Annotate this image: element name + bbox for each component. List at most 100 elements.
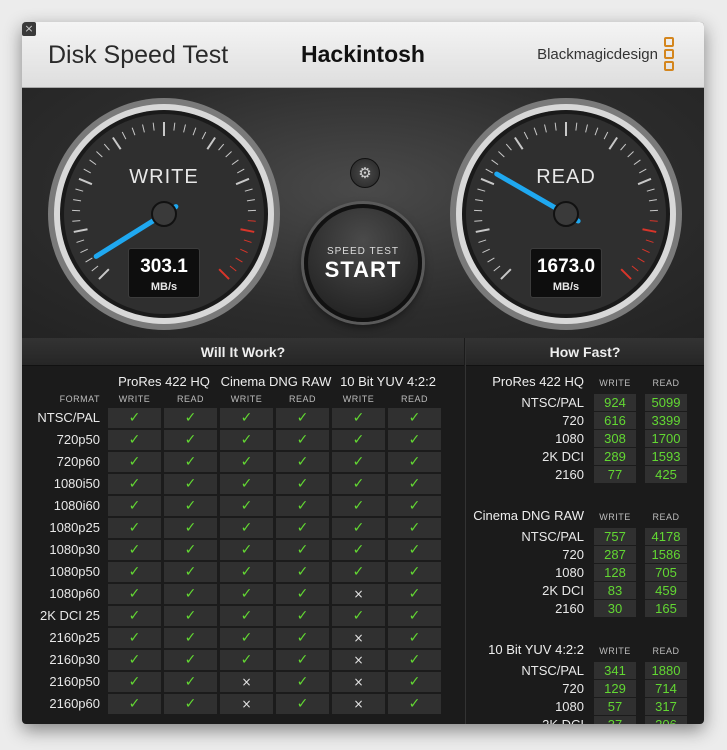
write-fps-value: 37: [594, 716, 636, 724]
read-fps-value: 425: [645, 466, 687, 483]
write-fps-value: 287: [594, 546, 636, 563]
cross-icon: ×: [332, 694, 385, 714]
resolution-name: NTSC/PAL: [521, 663, 584, 678]
read-gauge-label: READ: [536, 166, 596, 188]
cross-icon: ×: [332, 628, 385, 648]
speed-row: 720 616 3399: [466, 412, 704, 430]
read-fps-value: 714: [645, 680, 687, 697]
check-icon: ✓: [388, 650, 441, 670]
read-fps-value: 5099: [645, 394, 687, 411]
check-icon: ✓: [108, 694, 161, 714]
cross-icon: ×: [220, 672, 273, 692]
app-window: Disk Speed Test Hackintosh Blackmagicdes…: [22, 22, 704, 724]
gauge-tick: [474, 220, 483, 222]
write-fps-value: 341: [594, 662, 636, 679]
format-row: 2160p30 ✓ ✓ ✓ ✓ × ✓: [22, 650, 464, 670]
will-it-work-title: Will It Work?: [22, 338, 464, 366]
how-fast-group-header: Cinema DNG RAW: [473, 508, 584, 523]
check-icon: ✓: [332, 518, 385, 538]
read-fps-value: 1593: [645, 448, 687, 465]
start-button[interactable]: SPEED TEST START: [304, 204, 422, 322]
check-icon: ✓: [332, 452, 385, 472]
speed-row: 1080 308 1700: [466, 430, 704, 448]
check-icon: ✓: [220, 474, 273, 494]
check-icon: ✓: [164, 474, 217, 494]
format-row: 1080p50 ✓ ✓ ✓ ✓ ✓ ✓: [22, 562, 464, 582]
read-gauge: READ 1673.0 MB/s: [448, 96, 684, 332]
write-fps-value: 924: [594, 394, 636, 411]
format-row: NTSC/PAL ✓ ✓ ✓ ✓ ✓ ✓: [22, 408, 464, 428]
speed-row: 720 287 1586: [466, 546, 704, 564]
format-name: 1080p25: [49, 520, 100, 535]
read-fps-value: 705: [645, 564, 687, 581]
write-column-label: WRITE: [342, 394, 375, 404]
check-icon: ✓: [220, 584, 273, 604]
write-column-label: WRITE: [230, 394, 263, 404]
format-row: 2160p60 ✓ ✓ × ✓ × ✓: [22, 694, 464, 714]
format-row: 2K DCI 25 ✓ ✓ ✓ ✓ ✓ ✓: [22, 606, 464, 626]
write-speed-value: 303.1: [140, 256, 188, 277]
check-icon: ✓: [164, 584, 217, 604]
resolution-name: 720: [562, 413, 584, 428]
read-speed-value: 1673.0: [536, 256, 596, 277]
check-icon: ✓: [220, 496, 273, 516]
speed-row: 720 129 714: [466, 680, 704, 698]
will-it-work-panel: Will It Work? FORMAT ProRes 422 HQ WRITE R…: [22, 338, 464, 724]
resolution-name: 2K DCI: [542, 449, 584, 464]
speed-row: 2160 77 425: [466, 466, 704, 484]
check-icon: ✓: [164, 408, 217, 428]
write-fps-value: 616: [594, 412, 636, 429]
format-name: 2160p25: [49, 630, 100, 645]
check-icon: ✓: [220, 628, 273, 648]
close-button[interactable]: ×: [22, 22, 36, 36]
write-gauge-label: WRITE: [129, 166, 199, 188]
write-fps-value: 129: [594, 680, 636, 697]
check-icon: ✓: [276, 606, 329, 626]
gauge-hub: [553, 201, 579, 227]
brand-logo-icon: [664, 37, 674, 73]
check-icon: ✓: [388, 672, 441, 692]
start-button-caption: SPEED TEST: [326, 246, 400, 257]
check-icon: ✓: [332, 474, 385, 494]
format-column-label: FORMAT: [59, 394, 100, 404]
write-gauge: WRITE 303.1 MB/s: [46, 96, 282, 332]
read-fps-value: 206: [645, 716, 687, 724]
write-column-label: WRITE: [599, 378, 631, 388]
group-header: ProRes 422 HQ: [118, 374, 210, 389]
read-column-label: READ: [400, 394, 428, 404]
check-icon: ✓: [276, 496, 329, 516]
check-icon: ✓: [276, 650, 329, 670]
check-icon: ✓: [276, 518, 329, 538]
redline-tick: [247, 220, 256, 222]
check-icon: ✓: [388, 496, 441, 516]
check-icon: ✓: [388, 408, 441, 428]
read-fps-value: 4178: [645, 528, 687, 545]
check-icon: ✓: [164, 540, 217, 560]
speed-row: 2K DCI 37 206: [466, 716, 704, 724]
write-column-label: WRITE: [599, 512, 631, 522]
check-icon: ✓: [276, 562, 329, 582]
check-icon: ✓: [220, 408, 273, 428]
write-column-label: WRITE: [118, 394, 151, 404]
check-icon: ✓: [276, 474, 329, 494]
check-icon: ✓: [276, 584, 329, 604]
gear-icon: ⚙: [358, 164, 372, 182]
format-name: 2160p50: [49, 674, 100, 689]
how-fast-title: How Fast?: [466, 338, 704, 366]
settings-button[interactable]: ⚙: [350, 158, 380, 188]
gauge-hub: [151, 201, 177, 227]
check-icon: ✓: [164, 628, 217, 648]
check-icon: ✓: [220, 650, 273, 670]
read-column-label: READ: [652, 512, 680, 522]
check-icon: ✓: [388, 452, 441, 472]
check-icon: ✓: [164, 672, 217, 692]
how-fast-group-header: 10 Bit YUV 4:2:2: [488, 642, 584, 657]
check-icon: ✓: [164, 650, 217, 670]
check-icon: ✓: [164, 562, 217, 582]
check-icon: ✓: [332, 606, 385, 626]
check-icon: ✓: [276, 628, 329, 648]
check-icon: ✓: [108, 584, 161, 604]
check-icon: ✓: [332, 562, 385, 582]
read-fps-value: 1700: [645, 430, 687, 447]
resolution-name: 720: [562, 547, 584, 562]
